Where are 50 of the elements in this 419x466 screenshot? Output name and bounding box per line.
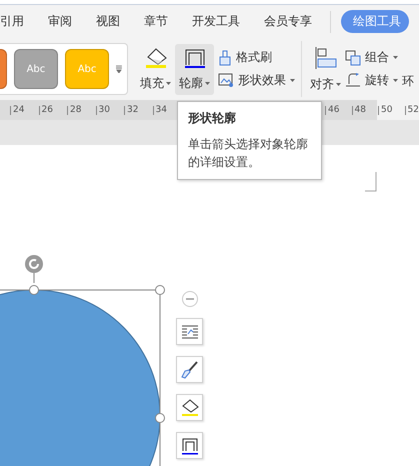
caret-icon[interactable] — [290, 79, 295, 82]
style-button[interactable] — [176, 356, 203, 383]
outline-button[interactable] — [176, 432, 203, 459]
ruler-number: 48 — [352, 106, 378, 114]
group-icon — [345, 50, 361, 66]
caret-icon[interactable] — [393, 79, 398, 82]
tooltip-title: 形状轮廓 — [188, 110, 237, 127]
outline-icon — [180, 436, 198, 454]
ruler-number: 52 — [404, 106, 419, 114]
collapse-icon[interactable] — [182, 291, 198, 307]
shape-effects-icon — [218, 73, 234, 88]
caret-icon[interactable] — [336, 82, 341, 86]
caret-icon[interactable] — [393, 56, 398, 59]
fill-button[interactable] — [176, 394, 203, 421]
ruler-number: 26 — [38, 106, 67, 114]
format-painter-button[interactable]: 格式刷 — [218, 49, 295, 66]
ribbon-tab[interactable]: 审阅 — [48, 13, 72, 30]
text-wrap-icon — [182, 324, 198, 338]
layout-options-button[interactable] — [176, 318, 203, 345]
ruler-number: 50 — [378, 106, 404, 114]
page-corner-mark — [365, 172, 377, 192]
ribbon-tab[interactable]: 视图 — [96, 13, 120, 30]
style-swatch[interactable] — [0, 49, 7, 89]
ribbon-label[interactable]: 环 — [402, 73, 414, 90]
caret-icon[interactable] — [166, 82, 171, 84]
outline-icon — [182, 46, 206, 68]
paintbrush-icon — [218, 50, 232, 66]
shape-effects-button[interactable]: 形状效果 — [218, 72, 295, 89]
fill-button[interactable]: 填充 — [136, 44, 175, 94]
brush-icon — [180, 360, 198, 378]
outline-button[interactable]: 轮廓 — [175, 44, 214, 94]
group-button[interactable]: 组合 — [345, 49, 398, 66]
tooltip-text: 单击箭头选择对象轮廓的详细设置。 — [188, 136, 309, 171]
ruler-number: 46 — [325, 106, 352, 114]
ruler-number: 32 — [124, 106, 152, 114]
align-icon — [314, 46, 338, 70]
more-icon[interactable] — [116, 65, 122, 73]
ribbon-tab[interactable]: 会员专享 — [264, 13, 312, 30]
rotate-handle-icon[interactable] — [24, 255, 44, 283]
caret-icon[interactable] — [205, 82, 210, 84]
paint-bucket-icon — [180, 398, 198, 416]
ruler-number: 28 — [67, 106, 96, 114]
ribbon-tab[interactable]: 引用 — [0, 13, 24, 30]
ribbon-tab[interactable]: 开发工具 — [192, 13, 240, 30]
ruler-number: 30 — [96, 106, 124, 114]
rotate-icon — [345, 72, 361, 88]
rotate-button[interactable]: 旋转 — [345, 72, 398, 89]
align-button[interactable]: 对齐 — [306, 42, 345, 96]
ruler-number: 24 — [10, 106, 38, 114]
ribbon-tab[interactable]: 章节 — [144, 13, 168, 30]
